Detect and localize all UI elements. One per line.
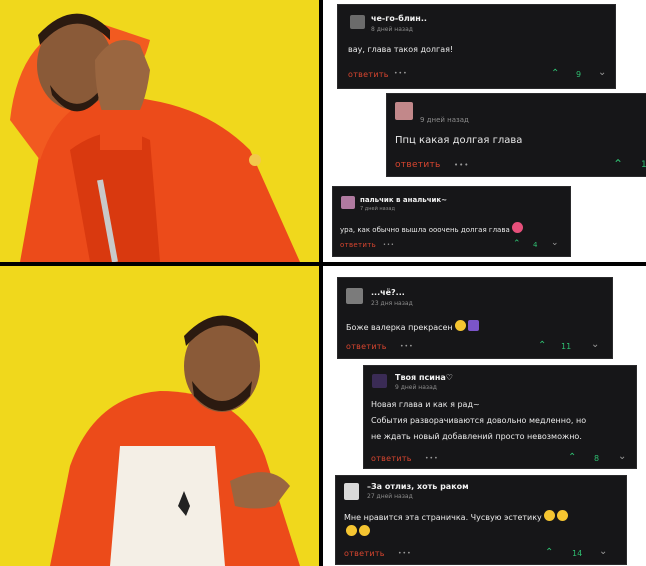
emoji-icon [346,525,357,536]
comment-body: Ппц какая долгая глава [395,135,523,146]
chevron-down-icon[interactable]: ⌄ [618,451,626,462]
comment-card: пальчик в анальчик~ 7 дней назад ура, ка… [332,186,571,257]
comment-body-text: Боже валерка прекрасен [346,323,453,332]
emoji-icon [359,525,370,536]
comment-author[interactable]: чe-го-блин.. [371,14,427,23]
more-dots-icon[interactable]: ••• [398,550,412,557]
reply-button[interactable]: ответить [371,454,412,463]
comment-time: 9 дней назад [395,384,437,391]
comment-body: Боже валерка прекрасен [346,320,479,332]
chevron-up-icon[interactable]: ⌃ [513,239,521,249]
top-comments-panel: чe-го-блин.. 8 дней назад вау, глава так… [323,0,646,262]
comment-author[interactable]: Твоя псина♡ [395,373,453,382]
more-dots-icon[interactable]: ••• [454,161,469,169]
comment-card: чe-го-блин.. 8 дней назад вау, глава так… [337,4,616,89]
more-dots-icon[interactable]: ••• [394,70,408,77]
more-dots-icon[interactable]: ••• [400,343,414,350]
avatar[interactable] [346,288,363,304]
comment-card: –За отлиз, хоть раком 27 дней назад Мне … [335,475,627,565]
chevron-up-icon[interactable]: ⌃ [551,68,559,79]
vote-count: 8 [594,454,600,463]
reply-button[interactable]: ответить [395,160,441,170]
avatar[interactable] [344,483,359,500]
comment-author[interactable]: пальчик в анальчик~ [360,196,447,204]
comment-body: События разворачиваются довольно медленн… [371,416,587,425]
chevron-up-icon[interactable]: ⌃ [538,340,546,351]
comment-card: Твоя псина♡ 9 дней назад Новая глава и к… [363,365,637,469]
chevron-down-icon[interactable]: ⌄ [551,238,559,248]
vote-count: 4 [533,241,538,249]
comment-author[interactable]: –За отлиз, хоть раком [367,482,469,491]
reply-button[interactable]: ответить [346,342,387,351]
reply-button[interactable]: ответить [344,549,385,558]
reply-button[interactable]: ответить [340,241,376,249]
comment-body: Новая глава и как я рад~ [371,400,480,409]
comment-body: Мне нравится эта страничка. Чусвую эстет… [344,510,568,522]
comment-author[interactable]: ...чё?... [371,288,405,297]
comment-body [344,525,370,537]
avatar[interactable] [395,102,413,120]
drake-approve-photo [0,266,319,566]
avatar[interactable] [350,15,365,29]
comment-time: 27 дней назад [367,493,413,500]
avatar[interactable] [372,374,387,388]
comment-time: 9 дней назад [420,116,469,124]
drake-meme: чe-го-блин.. 8 дней назад вау, глава так… [0,0,646,566]
vote-count: 11 [561,342,572,351]
chevron-up-icon[interactable]: ⌃ [568,452,576,463]
comment-time: 7 дней назад [360,206,395,212]
vote-count: 9 [576,70,582,79]
comment-body-text: ура, как обычно вышла ооочень долгая гла… [340,226,510,234]
drake-approve-figure [0,266,319,566]
emoji-icon [556,510,568,521]
emoji-icon [511,222,523,233]
chevron-up-icon[interactable]: ⌃ [613,157,623,171]
vote-count: 1 [641,160,646,170]
more-dots-icon[interactable]: ••• [425,455,439,462]
chevron-down-icon[interactable]: ⌄ [591,339,599,350]
emoji-icon [543,510,555,521]
vote-count: 14 [572,549,583,558]
drake-disapprove-figure [0,0,319,262]
bottom-comments-panel: ...чё?... 23 дня назад Боже валерка прек… [323,266,646,566]
comment-time: 23 дня назад [371,300,413,307]
comment-body: не ждать новый добавлений просто невозмо… [371,432,582,441]
chevron-down-icon[interactable]: ⌄ [598,67,606,78]
chevron-down-icon[interactable]: ⌄ [599,546,607,557]
chevron-up-icon[interactable]: ⌃ [545,547,553,558]
comment-body: вау, глава такоя долгая! [348,45,454,54]
comment-body: ура, как обычно вышла ооочень долгая гла… [340,222,523,234]
more-dots-icon[interactable]: ••• [383,242,395,248]
reply-button[interactable]: ответить [348,70,389,79]
comment-card: ...чё?... 23 дня назад Боже валерка прек… [337,277,613,359]
comment-time: 8 дней назад [371,26,413,33]
comment-card: 9 дней назад Ппц какая долгая глава отве… [386,93,646,177]
avatar[interactable] [341,196,355,209]
comment-body-text: Мне нравится эта страничка. Чусвую эстет… [344,513,542,522]
drake-disapprove-photo [0,0,319,262]
emoji-icon [454,320,466,331]
emoji-icon [467,320,479,331]
